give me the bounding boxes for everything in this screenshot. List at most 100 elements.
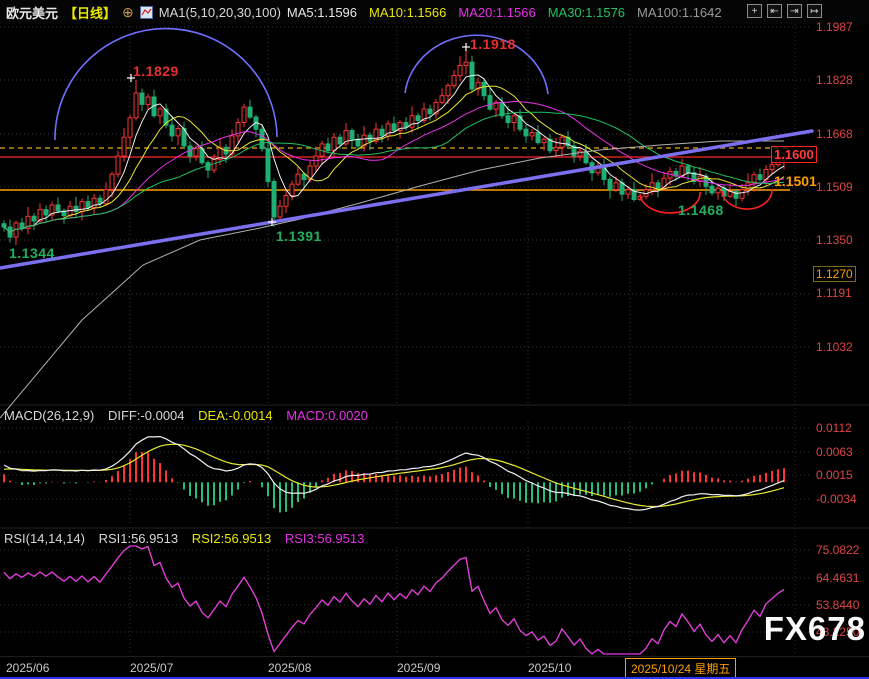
candle-body bbox=[680, 166, 684, 176]
price-axis-label: 1.1668 bbox=[816, 127, 853, 141]
candle-body bbox=[272, 181, 276, 217]
candle-body bbox=[650, 183, 654, 190]
candle-body bbox=[560, 137, 564, 147]
candle-body bbox=[74, 206, 78, 211]
price-axis-label: 1.1828 bbox=[816, 73, 853, 87]
price-axis-label: 1.1270 bbox=[813, 266, 856, 282]
price-axis-label: 1.1350 bbox=[816, 233, 853, 247]
candle-body bbox=[116, 156, 120, 174]
candle-body bbox=[356, 139, 360, 146]
candle-body bbox=[428, 109, 432, 114]
candle-body bbox=[326, 144, 330, 151]
candle-body bbox=[602, 168, 606, 179]
candle-body bbox=[134, 93, 138, 118]
candle-body bbox=[56, 205, 60, 211]
candle-body bbox=[140, 93, 144, 104]
price-axis-label: 1.1191 bbox=[816, 286, 852, 300]
candle-body bbox=[626, 190, 630, 195]
candle-body bbox=[44, 210, 48, 215]
chart-canvas[interactable] bbox=[0, 0, 869, 679]
candle-body bbox=[416, 116, 420, 121]
candle-body bbox=[158, 109, 162, 116]
rsi1-value: RSI1:56.9513 bbox=[99, 531, 179, 546]
candle-body bbox=[740, 190, 744, 199]
candle-body bbox=[176, 129, 180, 136]
support-price-tag: 1.1501 bbox=[774, 173, 817, 189]
time-axis-label: 2025/07 bbox=[130, 661, 173, 675]
macd-diff-value: DIFF:-0.0004 bbox=[108, 408, 185, 423]
candle-body bbox=[80, 202, 84, 212]
candle-body bbox=[20, 223, 24, 228]
candle-body bbox=[728, 192, 732, 197]
candle-body bbox=[266, 149, 270, 182]
price-axis-label: 1.1509 bbox=[816, 180, 853, 194]
candle-body bbox=[488, 96, 492, 109]
macd-dea-value: DEA:-0.0014 bbox=[198, 408, 272, 423]
time-axis-label: 2025/08 bbox=[268, 661, 311, 675]
candle-body bbox=[770, 165, 774, 170]
candle-body bbox=[686, 166, 690, 173]
candle-body bbox=[464, 62, 468, 65]
macd-axis-label: 0.0112 bbox=[816, 421, 852, 435]
candle-body bbox=[482, 82, 486, 95]
price-level-annotation: 1.1468 bbox=[678, 202, 724, 218]
candle-body bbox=[194, 149, 198, 156]
time-axis-label: 2025/09 bbox=[397, 661, 440, 675]
candle-body bbox=[332, 137, 336, 150]
candle-body bbox=[110, 174, 114, 189]
candle-body bbox=[380, 129, 384, 136]
macd-macd-value: MACD:0.0020 bbox=[286, 408, 368, 423]
candle-body bbox=[458, 66, 462, 76]
ma5-line bbox=[4, 75, 784, 232]
candle-body bbox=[32, 216, 36, 221]
candle-body bbox=[98, 198, 102, 203]
price-axis-label: 1.1987 bbox=[816, 20, 853, 34]
rsi3-value: RSI3:56.9513 bbox=[285, 531, 365, 546]
candle-body bbox=[170, 125, 174, 136]
macd-header: MACD(26,12,9) DIFF:-0.0004 DEA:-0.0014 M… bbox=[4, 408, 378, 423]
candle-body bbox=[242, 107, 246, 122]
candle-body bbox=[554, 147, 558, 150]
candle-body bbox=[122, 137, 126, 156]
price-level-annotation: 1.1918 bbox=[470, 36, 516, 52]
candle-body bbox=[146, 97, 150, 104]
candle-body bbox=[248, 107, 252, 117]
fx678-watermark: FX678 bbox=[764, 610, 866, 648]
candle-body bbox=[338, 137, 342, 144]
rsi-params: RSI(14,14,14) bbox=[4, 531, 85, 546]
candle-body bbox=[284, 196, 288, 207]
resistance-price-tag: 1.1600 bbox=[771, 146, 817, 163]
candle-body bbox=[278, 206, 282, 217]
candle-body bbox=[530, 133, 534, 136]
candle-body bbox=[290, 184, 294, 195]
candle-body bbox=[614, 183, 618, 190]
last-date-label: 2025/10/24 星期五 bbox=[625, 658, 736, 679]
rsi3-line bbox=[4, 546, 784, 654]
candle-body bbox=[710, 186, 714, 193]
candle-body bbox=[752, 175, 756, 183]
rsi-axis-label: 75.0822 bbox=[816, 543, 859, 557]
candle-body bbox=[2, 224, 6, 227]
rsi-header: RSI(14,14,14) RSI1:56.9513 RSI2:56.9513 … bbox=[4, 531, 374, 546]
time-axis-label: 2025/10 bbox=[528, 661, 571, 675]
candle-body bbox=[86, 202, 90, 208]
candle-body bbox=[446, 86, 450, 96]
candle-body bbox=[758, 175, 762, 180]
candle-body bbox=[542, 139, 546, 142]
macd-params: MACD(26,12,9) bbox=[4, 408, 94, 423]
candle-body bbox=[128, 118, 132, 137]
candle-body bbox=[524, 129, 528, 136]
price-level-annotation: 1.1829 bbox=[133, 63, 179, 79]
candle-body bbox=[452, 76, 456, 86]
candle-body bbox=[656, 183, 660, 188]
candle-body bbox=[392, 124, 396, 131]
macd-axis-label: 0.0015 bbox=[816, 468, 853, 482]
ma10-line bbox=[4, 86, 784, 232]
time-axis: 2025/10/24 星期五 2025/06 2025/07 2025/08 2025… bbox=[0, 656, 869, 678]
macd-axis-label: -0.0034 bbox=[816, 492, 857, 506]
chart-application: 欧元美元 【日线】 ⊕ MA1(5,10,20,30,100) MA5:1.15… bbox=[0, 0, 869, 679]
candle-body bbox=[296, 174, 300, 184]
candle-body bbox=[440, 96, 444, 103]
time-axis-label: 2025/06 bbox=[6, 661, 49, 675]
price-level-annotation: 1.1391 bbox=[276, 228, 322, 244]
